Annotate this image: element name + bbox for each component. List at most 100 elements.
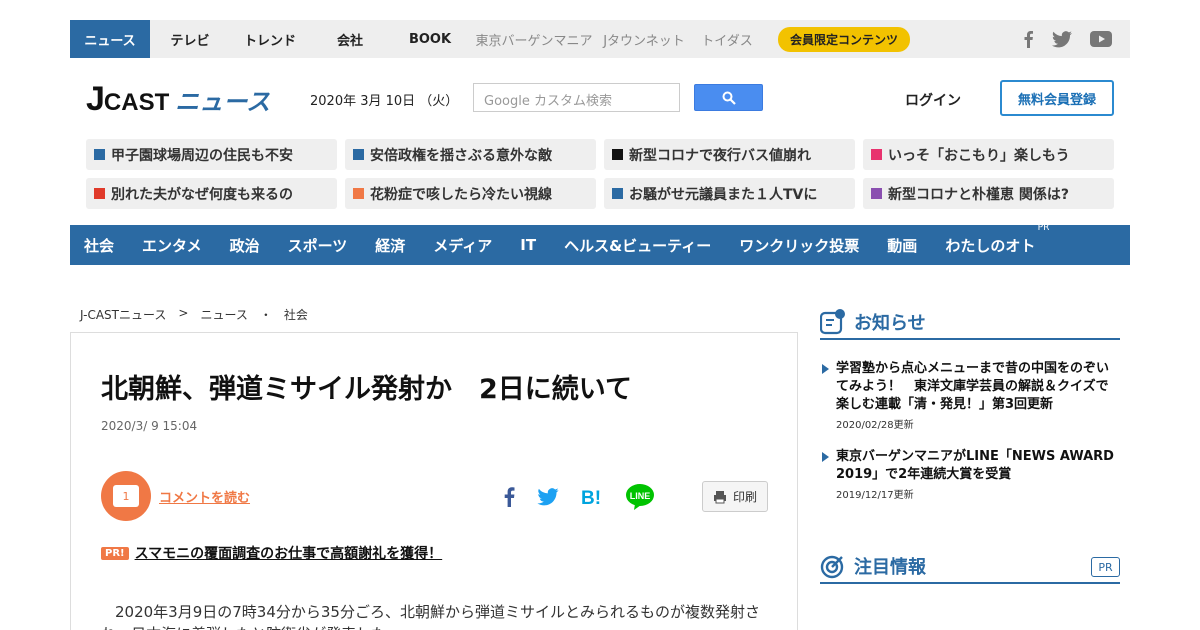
topic-chip[interactable]: 花粉症で咳したら冷たい視線: [345, 178, 596, 209]
member-content-button[interactable]: 会員限定コンテンツ: [778, 26, 911, 52]
jcast-news-logo[interactable]: J CAST ニュース: [86, 80, 270, 119]
notice-icon: [820, 309, 845, 335]
category-video[interactable]: 動画: [887, 235, 917, 256]
breadcrumb: J-CASTニュース > ニュース ・ 社会: [80, 306, 308, 323]
comment-count-icon[interactable]: 1: [101, 471, 151, 521]
topic-chip[interactable]: いっそ「おこもり」楽しもう: [863, 139, 1114, 170]
comment-count: 1: [113, 485, 139, 507]
twitter-icon[interactable]: [1052, 30, 1072, 48]
printer-icon: [713, 490, 726, 503]
search-input[interactable]: Google カスタム検索: [473, 83, 680, 112]
topic-color-square: [612, 149, 623, 160]
breadcrumb-home[interactable]: J-CASTニュース: [80, 306, 166, 323]
attention-pr-badge: PR: [1091, 557, 1120, 577]
article-title: 北朝鮮、弾道ミサイル発射か 2日に続いて: [101, 374, 632, 405]
target-icon: [820, 555, 844, 579]
triangle-bullet-icon: [822, 364, 829, 374]
topic-color-square: [612, 188, 623, 199]
category-entertainment[interactable]: エンタメ: [142, 235, 202, 256]
logo-j: J: [86, 80, 105, 118]
share-buttons: B! LINE: [503, 483, 655, 515]
attention-header: 注目情報: [820, 550, 1120, 584]
topic-color-square: [353, 149, 364, 160]
topic-label: 新型コロナと朴槿恵 関係は?: [888, 186, 1069, 203]
topic-label: 別れた夫がなぜ何度も来るの: [111, 186, 293, 203]
svg-text:B!: B!: [581, 488, 601, 507]
notice-item[interactable]: 学習塾から点心メニューまで昔の中国をのぞいてみよう！ 東洋文庫学芸員の解説＆クイ…: [822, 360, 1114, 431]
search-button[interactable]: [694, 84, 763, 111]
category-watashi-label: わたしのオト: [945, 236, 1036, 255]
article-card: 北朝鮮、弾道ミサイル発射か 2日に続いて 2020/3/ 9 15:04 1 コ…: [70, 332, 798, 630]
pr-tag: PR: [1037, 222, 1050, 233]
search-icon: [722, 91, 736, 105]
triangle-bullet-icon: [822, 452, 829, 462]
topic-chip[interactable]: 別れた夫がなぜ何度も来るの: [86, 178, 337, 209]
article-body: 2020年3月9日の7時34分から35分ごろ、北朝鮮から弾道ミサイルとみられるも…: [101, 603, 760, 630]
topic-label: 安倍政権を揺さぶる意外な敵: [370, 147, 552, 164]
login-link[interactable]: ログイン: [905, 90, 961, 110]
hatena-bookmark-icon[interactable]: B!: [581, 487, 603, 511]
topic-chip[interactable]: 安倍政権を揺さぶる意外な敵: [345, 139, 596, 170]
top-navigation: ニュース テレビ トレンド 会社 BOOK 東京バーゲンマニア Jタウンネット …: [70, 20, 1130, 58]
topic-label: いっそ「おこもり」楽しもう: [888, 147, 1070, 164]
twitter-share-icon[interactable]: [537, 488, 559, 510]
notice-date: 2019/12/17更新: [836, 490, 914, 501]
line-share-icon[interactable]: LINE: [625, 483, 655, 515]
topic-color-square: [871, 149, 882, 160]
breadcrumb-separator: >: [178, 306, 189, 320]
notice-title: お知らせ: [854, 313, 926, 334]
category-one-click-poll[interactable]: ワンクリック投票: [739, 235, 859, 256]
topic-chip[interactable]: お騒がせ元議員また１人TVに: [604, 178, 855, 209]
category-watashi-no-oto[interactable]: わたしのオト PR: [945, 223, 1049, 256]
facebook-icon[interactable]: [1022, 30, 1034, 48]
topic-color-square: [871, 188, 882, 199]
tab-trend[interactable]: トレンド: [230, 20, 310, 58]
topic-color-square: [353, 188, 364, 199]
topic-label: 花粉症で咳したら冷たい視線: [370, 186, 552, 203]
category-media[interactable]: メディア: [433, 235, 492, 256]
topic-label: お騒がせ元議員また１人TVに: [629, 186, 818, 203]
tab-tokyo-bargain-mania[interactable]: 東京バーゲンマニア: [470, 20, 598, 58]
register-button[interactable]: 無料会員登録: [1000, 80, 1114, 116]
topic-chip[interactable]: 新型コロナと朴槿恵 関係は?: [863, 178, 1114, 209]
notice-text[interactable]: 東京バーゲンマニアがLINE「NEWS AWARD 2019」で2年連続大賞を受…: [836, 448, 1114, 484]
topic-label: 新型コロナで夜行バス値崩れ: [629, 147, 811, 164]
current-date: 2020年 3月 10日 （火）: [310, 94, 459, 109]
tab-jtown-net[interactable]: Jタウンネット: [598, 20, 690, 58]
topic-chip[interactable]: 甲子園球場周辺の住民も不安: [86, 139, 337, 170]
logo-cast: CAST: [103, 89, 170, 116]
tab-toidas[interactable]: トイダス: [690, 20, 764, 58]
print-button[interactable]: 印刷: [702, 481, 768, 512]
tab-company[interactable]: 会社: [310, 20, 390, 58]
social-links: [1022, 20, 1112, 58]
topic-color-square: [94, 149, 105, 160]
attention-title: 注目情報: [854, 557, 926, 578]
tab-tv[interactable]: テレビ: [150, 20, 230, 58]
topic-chips: 甲子園球場周辺の住民も不安 安倍政権を揺さぶる意外な敵 新型コロナで夜行バス値崩…: [86, 139, 1114, 209]
article-timestamp: 2020/3/ 9 15:04: [101, 419, 198, 433]
breadcrumb-society[interactable]: 社会: [284, 306, 308, 323]
breadcrumb-news[interactable]: ニュース: [200, 306, 247, 323]
category-it[interactable]: IT: [520, 236, 536, 254]
facebook-share-icon[interactable]: [503, 487, 515, 511]
svg-text:LINE: LINE: [630, 491, 651, 501]
category-politics[interactable]: 政治: [230, 235, 260, 256]
read-comments-link[interactable]: コメントを読む: [159, 487, 250, 506]
tab-book[interactable]: BOOK: [390, 20, 470, 58]
topic-label: 甲子園球場周辺の住民も不安: [111, 147, 293, 164]
logo-news: ニュース: [175, 89, 271, 116]
pr-ad-line[interactable]: PR! スマモニの覆面調査のお仕事で高額謝礼を獲得！: [101, 543, 442, 563]
pr-ad-link[interactable]: スマモニの覆面調査のお仕事で高額謝礼を獲得！: [135, 543, 443, 563]
notice-item[interactable]: 東京バーゲンマニアがLINE「NEWS AWARD 2019」で2年連続大賞を受…: [822, 448, 1114, 501]
category-health-beauty[interactable]: ヘルス&ビューティー: [564, 235, 711, 256]
youtube-icon[interactable]: [1090, 31, 1112, 47]
category-economy[interactable]: 経済: [375, 235, 405, 256]
topic-chip[interactable]: 新型コロナで夜行バス値崩れ: [604, 139, 855, 170]
tab-news[interactable]: ニュース: [70, 20, 150, 58]
pr-badge: PR!: [101, 546, 129, 560]
category-society[interactable]: 社会: [84, 235, 114, 256]
category-sports[interactable]: スポーツ: [288, 235, 348, 256]
topic-color-square: [94, 188, 105, 199]
print-label: 印刷: [732, 490, 757, 504]
notice-text[interactable]: 学習塾から点心メニューまで昔の中国をのぞいてみよう！ 東洋文庫学芸員の解説＆クイ…: [836, 360, 1114, 414]
